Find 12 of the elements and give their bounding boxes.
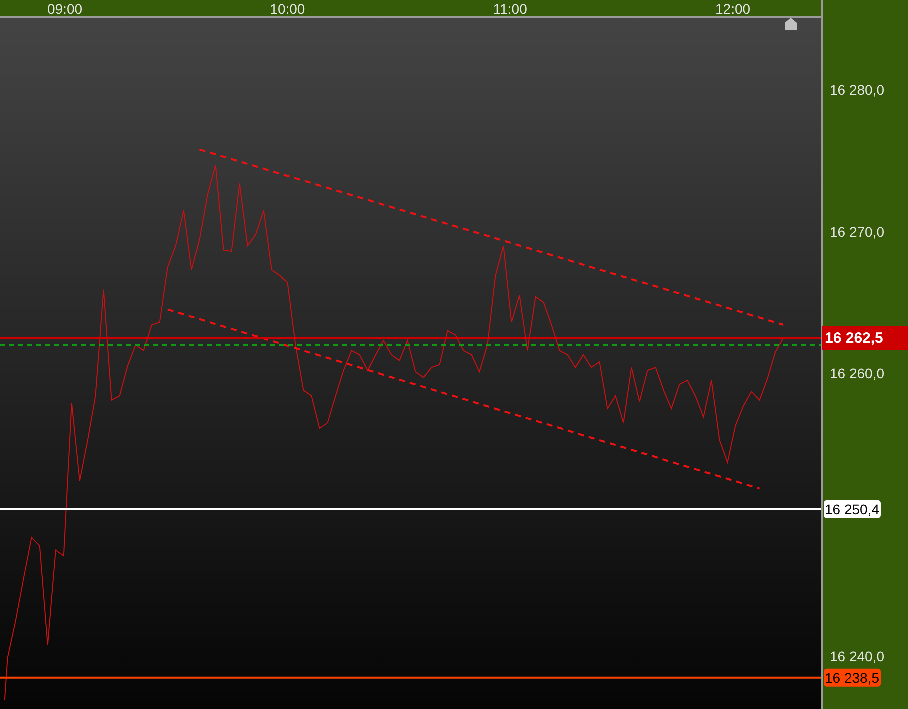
time-label: 10:00 [270, 1, 306, 17]
time-label: 11:00 [493, 1, 528, 17]
time-label: 12:00 [716, 1, 751, 17]
price-tag: 16 250,4 [824, 500, 881, 518]
price-label: 16 280,0 [830, 82, 884, 98]
ref-line-label: 16 262,5 [825, 330, 884, 348]
price-tag: 16 238,5 [824, 668, 881, 687]
price-tag: 16 262,5 [822, 326, 908, 350]
time-label: 09:00 [48, 1, 83, 17]
price-label: 16 270,0 [830, 224, 884, 240]
price-label: 16 260,0 [830, 365, 884, 382]
price-label: 16 240,0 [830, 648, 884, 665]
